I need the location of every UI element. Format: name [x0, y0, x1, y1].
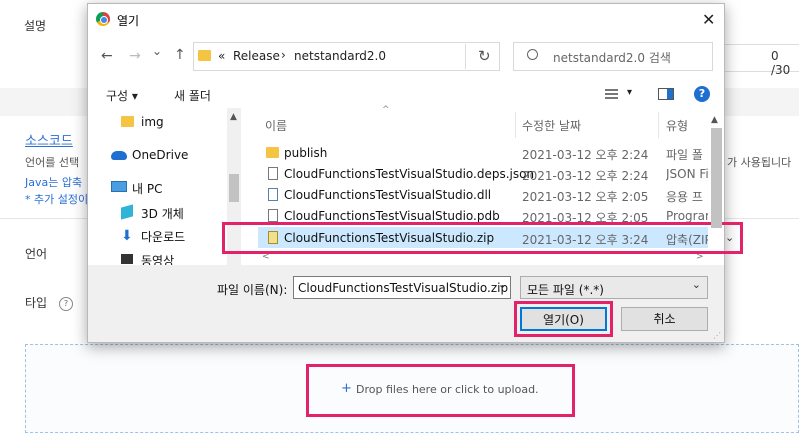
file-type-filter[interactable]: 모든 파일 (*.*) ⌄: [520, 276, 708, 299]
column-divider: [515, 112, 516, 138]
dialog-title: 열기: [117, 14, 140, 28]
open-button-highlight-box: [514, 301, 613, 337]
recent-dropdown-icon[interactable]: ⌄: [152, 44, 162, 58]
up-arrow-icon[interactable]: ↑: [174, 47, 186, 63]
folder-icon: [266, 147, 279, 158]
selected-file-highlight-box: [222, 222, 743, 254]
search-placeholder: netstandard2.0 검색: [553, 51, 671, 65]
file-name: publish: [284, 146, 328, 160]
file-date: 2021-03-12 오후 2:05: [522, 190, 649, 204]
file-name: CloudFunctionsTestVisualStudio.deps.json: [284, 167, 535, 181]
sidebar-item-videos[interactable]: 동영상: [141, 252, 174, 265]
folder-icon: [121, 116, 134, 127]
help-icon[interactable]: ?: [694, 86, 710, 102]
video-icon: [121, 254, 133, 264]
source-title: 소스코드: [25, 134, 73, 149]
source-desc-right: 가 사용됩니다: [727, 156, 792, 169]
preview-pane-icon[interactable]: [658, 88, 674, 100]
organize-button[interactable]: 구성 ▾: [106, 87, 138, 104]
chrome-icon: [96, 12, 110, 26]
file-icon: [268, 209, 278, 222]
type-help-icon[interactable]: ?: [59, 297, 73, 311]
filename-value: CloudFunctionsTestVisualStudio.zip: [298, 281, 509, 295]
language-label: 언어: [25, 247, 48, 261]
column-name[interactable]: 이름: [265, 117, 287, 134]
sort-indicator-icon: ^: [382, 105, 390, 115]
java-note: Java는 압축: [25, 176, 83, 189]
file-name: CloudFunctionsTestVisualStudio.dll: [284, 188, 492, 202]
file-name: CloudFunctionsTestVisualStudio.pdb: [284, 209, 500, 223]
download-icon: ⬇: [121, 228, 133, 244]
filename-input[interactable]: CloudFunctionsTestVisualStudio.zip ⌄: [293, 276, 511, 299]
sidebar-item-onedrive[interactable]: OneDrive: [132, 148, 188, 162]
filename-dropdown-icon[interactable]: ⌄: [498, 278, 507, 291]
source-desc-left: 언어를 선택: [25, 156, 80, 169]
address-overflow[interactable]: «: [218, 49, 225, 63]
sidebar-item-img[interactable]: img: [141, 115, 164, 129]
filter-value: 모든 파일 (*.*): [527, 283, 604, 297]
file-date: 2021-03-12 오후 2:24: [522, 148, 649, 162]
cloud-icon: [111, 151, 127, 160]
column-type[interactable]: 유형: [666, 117, 688, 134]
view-options-icon[interactable]: [605, 89, 618, 100]
type-label: 타입: [25, 296, 48, 310]
filelist-scroll-down-icon[interactable]: ⌄: [725, 231, 734, 244]
column-date[interactable]: 수정한 날짜: [522, 117, 581, 134]
file-type: Program: [666, 209, 708, 223]
filename-label: 파일 이름(N):: [217, 283, 288, 297]
sidebar-item-my-pc[interactable]: 내 PC: [132, 180, 162, 197]
dll-file-icon: [268, 188, 278, 201]
char-count: 0 /30: [771, 49, 791, 77]
filter-dropdown-icon[interactable]: ⌄: [692, 278, 701, 291]
sidebar-scroll-thumb[interactable]: [229, 174, 239, 202]
list-item[interactable]: CloudFunctionsTestVisualStudio.deps.json…: [258, 164, 708, 184]
file-date: 2021-03-12 오후 2:24: [522, 169, 649, 183]
breadcrumb-netstandard[interactable]: netstandard2.0: [294, 49, 386, 63]
forward-arrow-icon[interactable]: →: [129, 48, 141, 64]
horizontal-scroll-left-icon[interactable]: <: [262, 252, 270, 262]
upload-text[interactable]: Drop files here or click to upload.: [356, 383, 539, 396]
file-type: JSON Fi: [666, 167, 708, 181]
file-type: 파일 폴: [666, 148, 703, 162]
json-file-icon: [268, 167, 278, 180]
address-separator: [465, 44, 466, 69]
folder-icon: [198, 50, 211, 61]
breadcrumb-release[interactable]: Release: [233, 49, 280, 63]
sidebar-scroll-up-icon[interactable]: ▲: [230, 112, 237, 122]
upload-plus-icon: +: [341, 381, 352, 396]
sidebar-pane: img OneDrive 내 PC 3D 개체 ⬇ 다운로드 동영상: [89, 108, 241, 265]
sidebar-item-3d-objects[interactable]: 3D 개체: [141, 205, 184, 222]
search-icon: [527, 49, 538, 60]
refresh-icon[interactable]: ↻: [478, 47, 491, 65]
description-label: 설명: [24, 19, 47, 33]
cube-icon: [121, 204, 133, 220]
list-item[interactable]: publish 2021-03-12 오후 2:24 파일 폴: [258, 143, 708, 163]
filelist-scroll-thumb[interactable]: [711, 128, 722, 228]
view-dropdown-icon[interactable]: ▾: [627, 87, 632, 98]
close-icon[interactable]: ✕: [702, 10, 715, 29]
new-folder-button[interactable]: 새 폴더: [174, 87, 211, 104]
horizontal-scroll-right-icon[interactable]: >: [696, 252, 704, 262]
list-item[interactable]: CloudFunctionsTestVisualStudio.dll 2021-…: [258, 185, 708, 205]
pc-icon: [111, 181, 127, 192]
cancel-button[interactable]: 취소: [621, 307, 708, 331]
file-type: 응용 프: [666, 190, 703, 204]
sidebar-item-downloads[interactable]: 다운로드: [141, 228, 185, 245]
column-divider: [658, 112, 659, 138]
extra-note: * 추가 설정이: [25, 193, 89, 206]
filelist-scroll-up-icon[interactable]: ▲: [711, 115, 718, 125]
breadcrumb-separator: ›: [281, 48, 286, 62]
back-arrow-icon[interactable]: ←: [101, 48, 113, 64]
resize-grip-icon[interactable]: ⋰: [713, 331, 721, 340]
